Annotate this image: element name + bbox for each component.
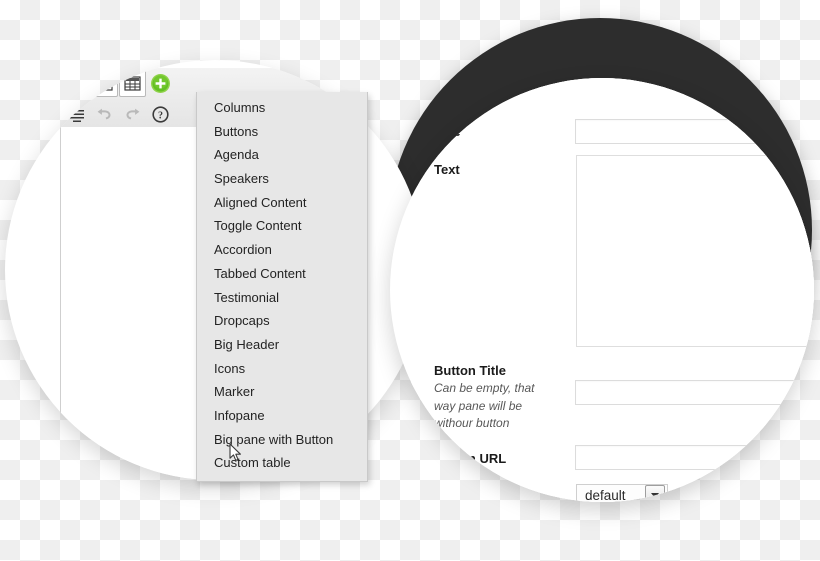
shortcode-menu-item[interactable]: Big Header xyxy=(197,333,367,357)
label-text: Text xyxy=(434,162,460,177)
pen-icon[interactable] xyxy=(63,70,90,97)
shortcode-menu-item[interactable]: Accordion xyxy=(197,238,367,262)
shortcode-menu-item[interactable]: Tabbed Content xyxy=(197,262,367,286)
shortcode-menu-item[interactable]: Testimonial xyxy=(197,286,367,310)
composition-stage: ? Insert Shortcode: Big pane with Button… xyxy=(0,0,820,561)
shortcode-menu-item[interactable]: Toggle Content xyxy=(197,214,367,238)
button-target-value: default xyxy=(585,487,626,503)
fullscreen-icon[interactable] xyxy=(91,70,118,97)
shortcode-menu-item[interactable]: Speakers xyxy=(197,167,367,191)
insert-shortcode-dialog: Insert Shortcode: Big pane with Button T… xyxy=(411,78,814,502)
button-target-select[interactable]: default xyxy=(576,484,668,502)
label-title: Title xyxy=(434,124,461,139)
button-url-input[interactable] xyxy=(575,445,814,470)
shortcode-menu-item[interactable]: Dropcaps xyxy=(197,309,367,333)
shortcode-menu-item[interactable]: Marker xyxy=(197,380,367,404)
shortcode-menu-item[interactable]: Aligned Content xyxy=(197,191,367,215)
help-icon[interactable]: ? xyxy=(147,101,174,128)
shortcode-menu-item[interactable]: Agenda xyxy=(197,143,367,167)
add-shortcode-icon[interactable] xyxy=(147,70,174,97)
shortcode-menu-item[interactable]: Infopane xyxy=(197,404,367,428)
shortcode-menu-item[interactable]: Icons xyxy=(197,357,367,381)
indent-icon[interactable] xyxy=(63,101,90,128)
redo-icon[interactable] xyxy=(119,101,146,128)
dialog-body: Title Text Button Title Can be empty, th… xyxy=(411,78,814,502)
undo-icon[interactable] xyxy=(91,101,118,128)
label-button-url: Button URL xyxy=(434,451,507,466)
label-button-title: Button Title xyxy=(434,363,506,378)
dialog-magnifier-circle: Insert Shortcode: Big pane with Button T… xyxy=(390,78,814,502)
table-icon[interactable] xyxy=(119,70,146,97)
button-title-hint: Can be empty, that way pane will be with… xyxy=(434,381,535,430)
text-textarea[interactable] xyxy=(576,155,814,347)
shortcode-menu-item[interactable]: Buttons xyxy=(197,120,367,144)
shortcode-menu-item[interactable]: Columns xyxy=(197,96,367,120)
svg-text:?: ? xyxy=(158,110,163,121)
shortcode-menu-item[interactable]: Custom table xyxy=(197,451,367,475)
chevron-down-icon[interactable] xyxy=(645,485,665,502)
shortcode-dropdown-menu[interactable]: Columns Buttons Agenda Speakers Aligned Cont… xyxy=(196,92,368,482)
title-input[interactable] xyxy=(575,119,814,144)
button-title-input[interactable] xyxy=(575,380,814,405)
shortcode-menu-item[interactable]: Big pane with Button xyxy=(197,428,367,452)
mouse-cursor-icon xyxy=(229,443,242,462)
label-button-target: Button target xyxy=(434,489,516,502)
dialog-frame: Insert Shortcode: Big pane with Button T… xyxy=(390,78,814,502)
